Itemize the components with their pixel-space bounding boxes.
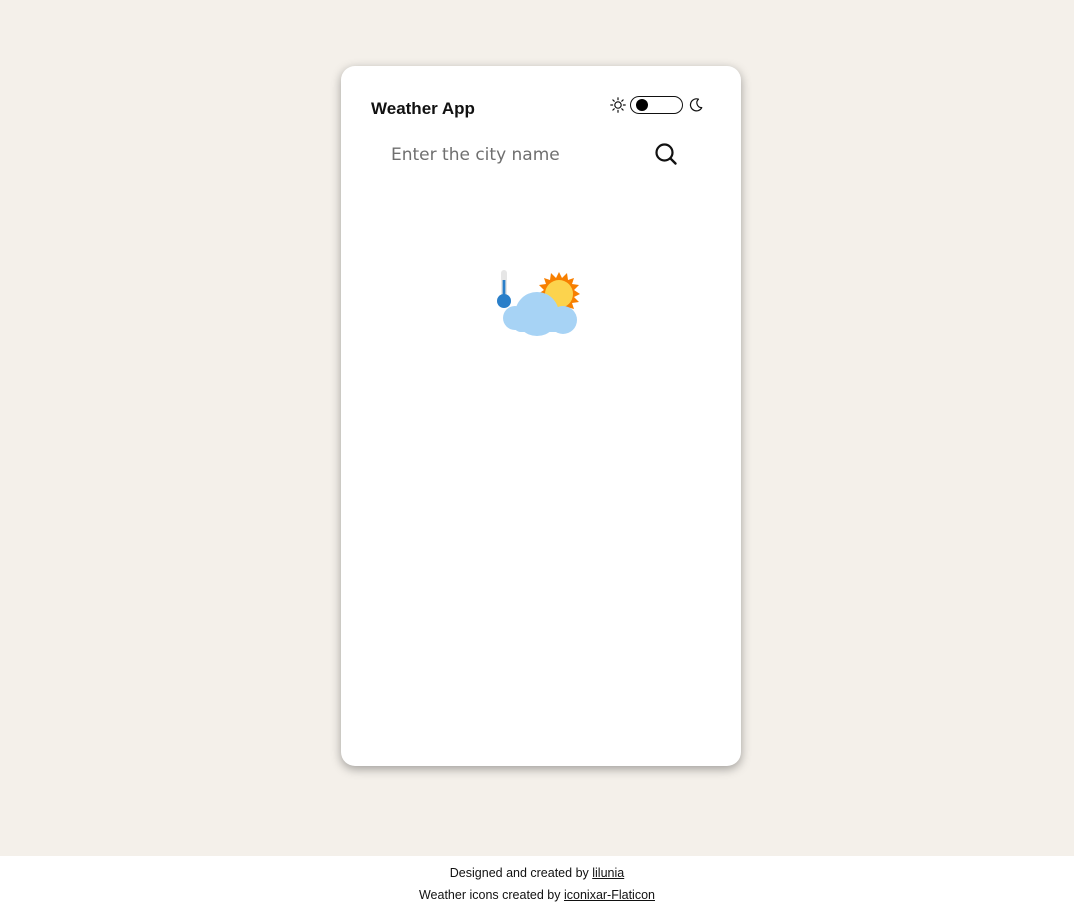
footer-icons-credit: Weather icons created by iconixar-Flatic… (0, 888, 1074, 902)
search-icon (655, 143, 677, 165)
search-button[interactable] (653, 141, 679, 167)
icons-author-link[interactable]: iconixar-Flaticon (564, 888, 655, 902)
weather-card: Weather App (341, 66, 741, 766)
footer-credit: Designed and created by lilunia (0, 866, 1074, 880)
moon-icon (688, 97, 704, 113)
toggle-knob (636, 99, 648, 111)
page-background: Weather App (0, 0, 1074, 856)
theme-toggle-switch[interactable] (630, 96, 683, 114)
search-bar (381, 140, 681, 172)
app-title: Weather App (371, 99, 475, 118)
footer-icons-text: Weather icons created by (418, 888, 561, 902)
city-search-input[interactable] (381, 140, 621, 170)
footer-credit-text: Designed and created by (449, 866, 589, 880)
author-link[interactable]: lilunia (592, 866, 624, 880)
theme-toggle[interactable] (610, 96, 704, 114)
weather-partly-cloudy-thermometer-icon (495, 268, 589, 340)
sun-icon (610, 97, 626, 113)
footer: Designed and created by lilunia Weather … (0, 856, 1074, 913)
